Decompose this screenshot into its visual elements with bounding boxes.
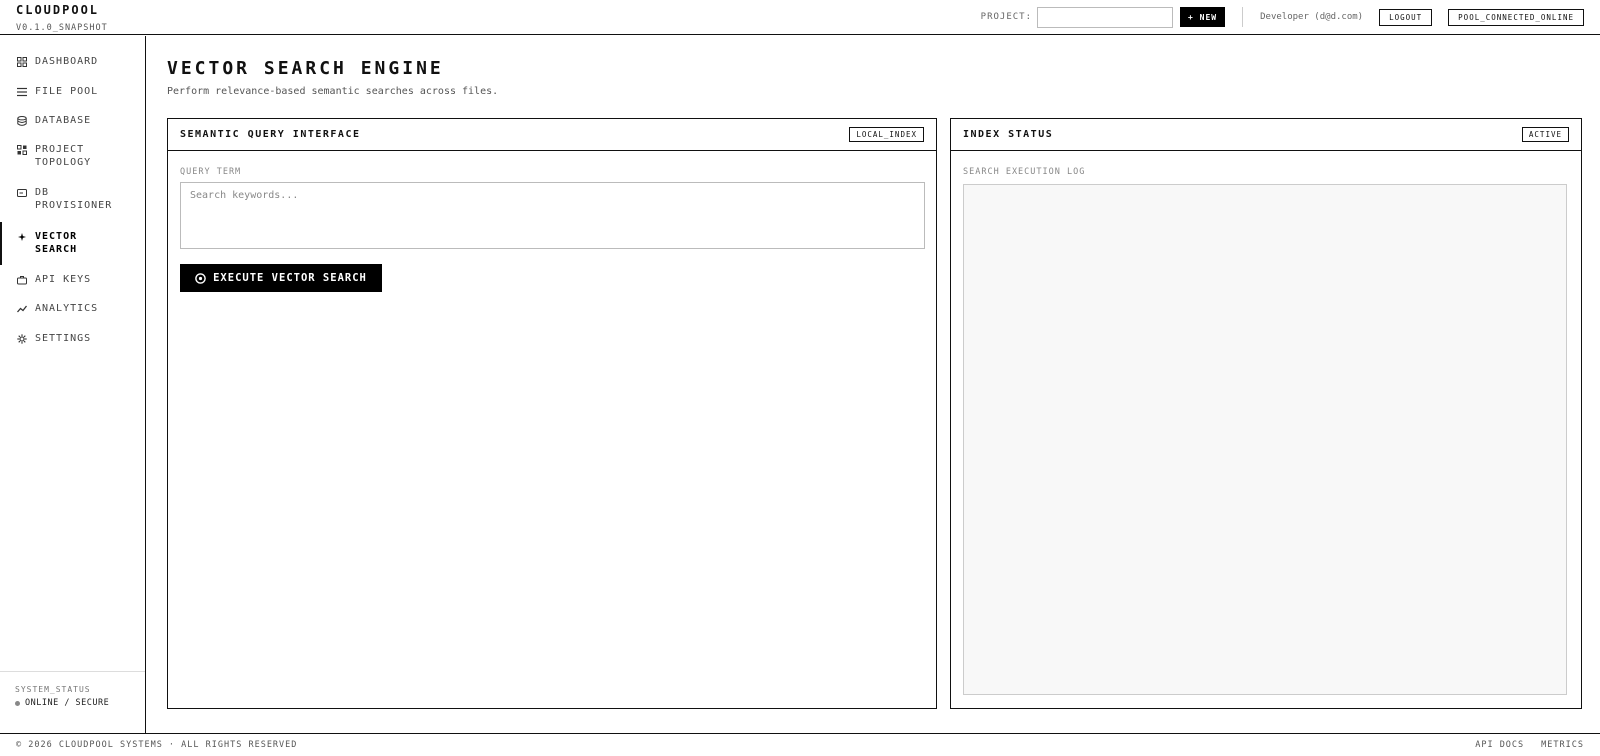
sidebar: DASHBOARD FILE POOL DATABASE PROJECT TOP… bbox=[0, 36, 146, 733]
sparkle-icon bbox=[17, 232, 27, 242]
local-index-badge: LOCAL_INDEX bbox=[849, 127, 924, 142]
topology-icon bbox=[17, 144, 27, 155]
gear-icon bbox=[17, 333, 27, 344]
footer-links: API DOCS METRICS bbox=[1458, 740, 1584, 750]
query-panel-title: SEMANTIC QUERY INTERFACE bbox=[180, 129, 361, 140]
sidebar-item-label: SETTINGS bbox=[35, 332, 92, 344]
database-icon bbox=[17, 116, 27, 126]
user-label: Developer (d@d.com) bbox=[1260, 12, 1364, 22]
sidebar-item-label: API KEYS bbox=[35, 273, 92, 285]
brand-version: V0.1.0_SNAPSHOT bbox=[16, 23, 108, 33]
index-panel-header: INDEX STATUS ACTIVE bbox=[951, 119, 1581, 151]
connection-status-badge: POOL_CONNECTED_ONLINE bbox=[1448, 8, 1584, 26]
query-panel-header: SEMANTIC QUERY INTERFACE LOCAL_INDEX bbox=[168, 119, 936, 151]
logout-button[interactable]: LOGOUT bbox=[1379, 8, 1433, 26]
index-status-panel: INDEX STATUS ACTIVE SEARCH EXECUTION LOG bbox=[950, 118, 1582, 709]
header-controls: PROJECT: + NEW Developer (d@d.com) LOGOU… bbox=[981, 6, 1584, 28]
sidebar-nav: DASHBOARD FILE POOL DATABASE PROJECT TOP… bbox=[0, 36, 145, 353]
system-status-label: SYSTEM_STATUS bbox=[15, 685, 91, 694]
query-term-label: QUERY TERM bbox=[180, 167, 242, 177]
execute-search-button[interactable]: EXECUTE VECTOR SEARCH bbox=[180, 264, 382, 292]
page-subtitle: Perform relevance-based semantic searche… bbox=[167, 86, 499, 97]
main-content: VECTOR SEARCH ENGINE Perform relevance-b… bbox=[147, 36, 1600, 733]
api-docs-link[interactable]: API DOCS bbox=[1475, 740, 1524, 750]
brand: CLOUDPOOL V0.1.0_SNAPSHOT bbox=[16, 3, 108, 34]
copyright-text: © 2026 CLOUDPOOL SYSTEMS · ALL RIGHTS RE… bbox=[16, 740, 298, 750]
metrics-link[interactable]: METRICS bbox=[1541, 740, 1584, 750]
project-label: PROJECT: bbox=[980, 12, 1033, 22]
sidebar-item-label: DASHBOARD bbox=[35, 56, 99, 67]
header-divider bbox=[1242, 7, 1244, 27]
search-circle-icon bbox=[195, 272, 206, 284]
top-header: CLOUDPOOL V0.1.0_SNAPSHOT PROJECT: + NEW… bbox=[0, 0, 1600, 35]
footer: © 2026 CLOUDPOOL SYSTEMS · ALL RIGHTS RE… bbox=[0, 733, 1600, 756]
sidebar-item-analytics[interactable]: ANALYTICS bbox=[0, 294, 145, 324]
status-dot-icon bbox=[15, 700, 20, 706]
sidebar-item-label: DB PROVISIONER bbox=[35, 186, 113, 212]
page-title: VECTOR SEARCH ENGINE bbox=[167, 58, 444, 79]
sidebar-item-dashboard[interactable]: DASHBOARD bbox=[0, 47, 145, 77]
sidebar-item-project-topology[interactable]: PROJECT TOPOLOGY bbox=[0, 136, 145, 179]
system-status-value-row: ONLINE / SECURE bbox=[15, 698, 145, 708]
new-project-button[interactable]: + NEW bbox=[1180, 7, 1226, 27]
index-panel-title: INDEX STATUS bbox=[963, 129, 1054, 140]
sidebar-item-database[interactable]: DATABASE bbox=[0, 106, 145, 136]
sidebar-item-settings[interactable]: SETTINGS bbox=[0, 324, 145, 354]
sidebar-item-label: PROJECT TOPOLOGY bbox=[35, 143, 92, 169]
sidebar-item-label: DATABASE bbox=[35, 115, 92, 126]
brand-name: CLOUDPOOL bbox=[16, 3, 100, 17]
trend-icon bbox=[17, 304, 27, 314]
active-badge: ACTIVE bbox=[1521, 127, 1569, 142]
execute-search-label: EXECUTE VECTOR SEARCH bbox=[213, 272, 367, 284]
briefcase-icon bbox=[17, 275, 27, 285]
search-execution-log[interactable] bbox=[963, 184, 1567, 695]
project-input[interactable] bbox=[1037, 6, 1174, 28]
query-panel: SEMANTIC QUERY INTERFACE LOCAL_INDEX QUE… bbox=[167, 118, 937, 709]
system-status: SYSTEM_STATUS ONLINE / SECURE bbox=[0, 671, 145, 733]
sidebar-item-db-provisioner[interactable]: DB PROVISIONER bbox=[0, 179, 145, 222]
sidebar-item-file-pool[interactable]: FILE POOL bbox=[0, 77, 145, 107]
sidebar-item-api-keys[interactable]: API KEYS bbox=[0, 265, 145, 295]
search-log-label: SEARCH EXECUTION LOG bbox=[963, 167, 1086, 177]
sidebar-item-label: ANALYTICS bbox=[35, 303, 99, 314]
sidebar-item-label: VECTOR SEARCH bbox=[35, 230, 78, 256]
system-status-value: ONLINE / SECURE bbox=[25, 698, 110, 708]
grid-icon bbox=[17, 57, 27, 67]
server-icon bbox=[17, 188, 27, 198]
list-icon bbox=[17, 87, 27, 97]
query-input[interactable] bbox=[180, 182, 925, 249]
sidebar-item-label: FILE POOL bbox=[35, 85, 99, 97]
sidebar-item-vector-search[interactable]: VECTOR SEARCH bbox=[0, 221, 145, 265]
